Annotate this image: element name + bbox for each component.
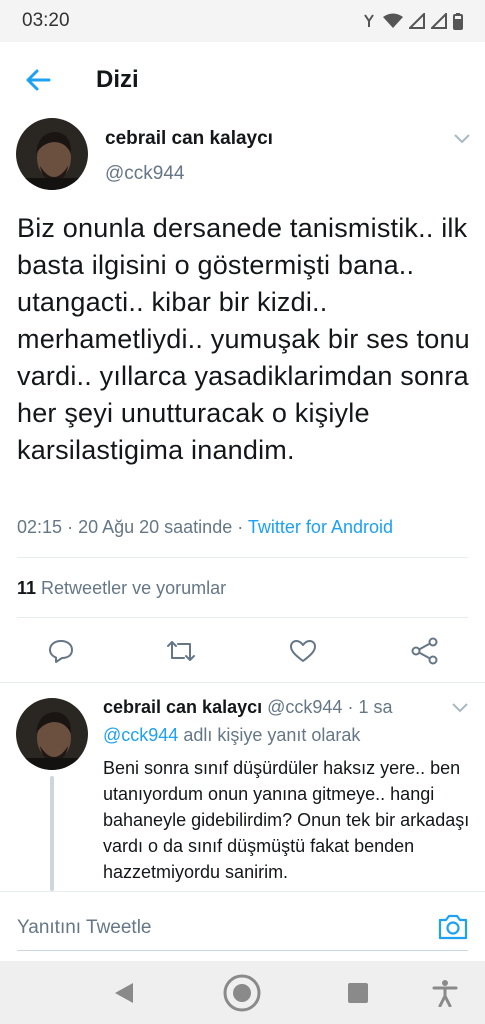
tweet-client-link[interactable]: Twitter for Android [248,517,393,537]
meta-separator: · [67,517,74,537]
retweet-label: Retweetler ve yorumlar [41,578,227,598]
page-title: Dizi [96,66,139,93]
reply-header: cebrail can kalaycı @cck944 · 1 sa [103,697,393,718]
chevron-down-icon[interactable] [450,701,470,715]
reply-to-suffix: adlı kişiye yanıt olarak [183,725,361,745]
reply-author-name[interactable]: cebrail can kalaycı [103,697,262,717]
retweet-icon [167,641,195,661]
section-divider [0,682,485,683]
divider [17,617,468,618]
heart-icon [290,640,316,662]
retweet-count: 11 [17,578,37,598]
back-button[interactable] [0,42,76,118]
tweet-time: 02:15 [17,517,63,537]
status-bar: 03:20 [0,0,485,42]
chevron-down-icon[interactable] [452,132,472,146]
wifi-icon [383,13,403,28]
status-time: 03:20 [22,10,70,31]
reply-separator: · [347,697,354,717]
reply-age: 1 sa [358,697,393,717]
divider [17,557,468,558]
status-icons [361,12,463,30]
avatar[interactable] [16,118,88,190]
tweet-date: 20 Ağu 20 saatinde [78,517,233,537]
tweet-actions [0,632,485,672]
like-button[interactable] [288,636,318,666]
signal-icon [409,13,425,29]
nav-recents-button[interactable] [338,973,378,1013]
reply-button[interactable] [46,636,76,666]
reply-input-underline [17,950,468,951]
triangle-back-icon [115,983,133,1003]
app-header: Dizi [0,42,485,118]
author-handle[interactable]: @cck944 [105,163,185,185]
reply-author-handle[interactable]: @cck944 [267,697,342,717]
reply-input[interactable]: Yanıtını Tweetle [17,917,152,939]
reply-text: Beni sonra sınıf düşürdüler haksız yere.… [103,758,470,882]
camera-icon[interactable] [437,912,469,942]
signal-icon-2 [431,13,447,29]
meta-separator-2: · [237,517,244,537]
comment-icon [49,640,73,663]
retweet-stats[interactable]: 11 Retweetler ve yorumlar [17,578,226,599]
battery-icon [453,12,463,30]
share-button[interactable] [410,636,440,666]
thread-line [50,776,54,891]
arrow-left-icon [26,69,51,91]
nav-home-button[interactable] [222,973,262,1013]
system-nav-bar [0,961,485,1024]
nav-accessibility-button[interactable] [425,973,465,1013]
accessibility-icon [432,980,458,1007]
nav-back-button[interactable] [104,973,144,1013]
reply-to-mention[interactable]: @cck944 [103,725,178,745]
reply-to-line: @cck944 adlı kişiye yanıt olarak [103,725,360,746]
tweet-text: Biz onunla dersanede tanismistik.. ilk b… [17,213,470,465]
tweet-meta: 02:15 · 20 Ağu 20 saatinde · Twitter for… [17,517,393,538]
retweet-button[interactable] [166,636,196,666]
author-name[interactable]: cebrail can kalaycı [105,128,273,150]
reply-avatar[interactable] [16,698,88,770]
share-icon [411,637,438,665]
square-recents-icon [348,983,368,1003]
home-circle-icon [223,974,261,1012]
reply-compose-bar: Yanıtını Tweetle [0,891,485,961]
alarm-icon [364,14,374,27]
